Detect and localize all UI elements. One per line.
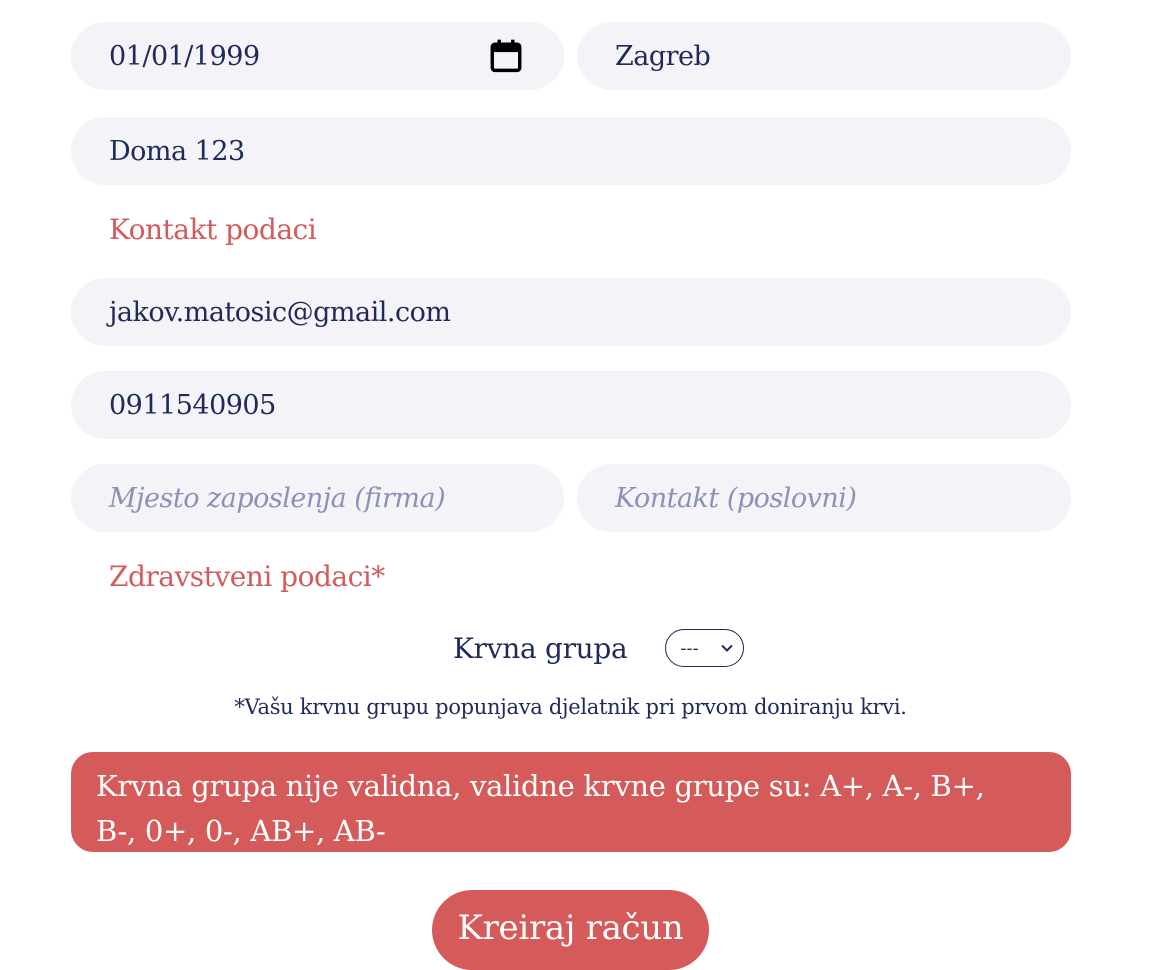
email-field[interactable]: jakov.matosic@gmail.com [71,278,1071,346]
contact-section-title: Kontakt podaci [109,213,317,246]
blood-group-row: Krvna grupa --- [453,628,745,668]
employer-input[interactable]: Mjesto zaposlenja (firma) [71,464,564,532]
address-value: Doma 123 [109,135,245,167]
create-account-button[interactable]: Kreiraj račun [432,890,709,970]
work-contact-placeholder: Kontakt (poslovni) [615,482,857,514]
blood-group-label: Krvna grupa [453,631,628,665]
blood-group-selected: --- [680,637,699,659]
email-value: jakov.matosic@gmail.com [109,296,451,328]
birth-date-input[interactable]: 01/01/1999 [71,22,564,90]
health-section-title: Zdravstveni podaci* [109,560,385,593]
address-input[interactable]: Doma 123 [71,117,1071,185]
phone-value: 0911540905 [109,389,276,421]
calendar-icon[interactable] [490,39,522,73]
blood-group-note: *Vašu krvnu grupu popunjava djelatnik pr… [234,695,907,719]
birth-place-input[interactable]: Zagreb [577,22,1071,90]
chevron-down-icon [721,644,734,652]
blood-group-select[interactable]: --- [665,629,745,667]
birth-date-value: 01/01/1999 [109,40,260,72]
error-alert: Krvna grupa nije validna, validne krvne … [71,752,1071,852]
employer-placeholder: Mjesto zaposlenja (firma) [109,482,446,514]
phone-field[interactable]: 0911540905 [71,371,1071,439]
work-contact-input[interactable]: Kontakt (poslovni) [577,464,1071,532]
birth-place-value: Zagreb [615,40,711,72]
